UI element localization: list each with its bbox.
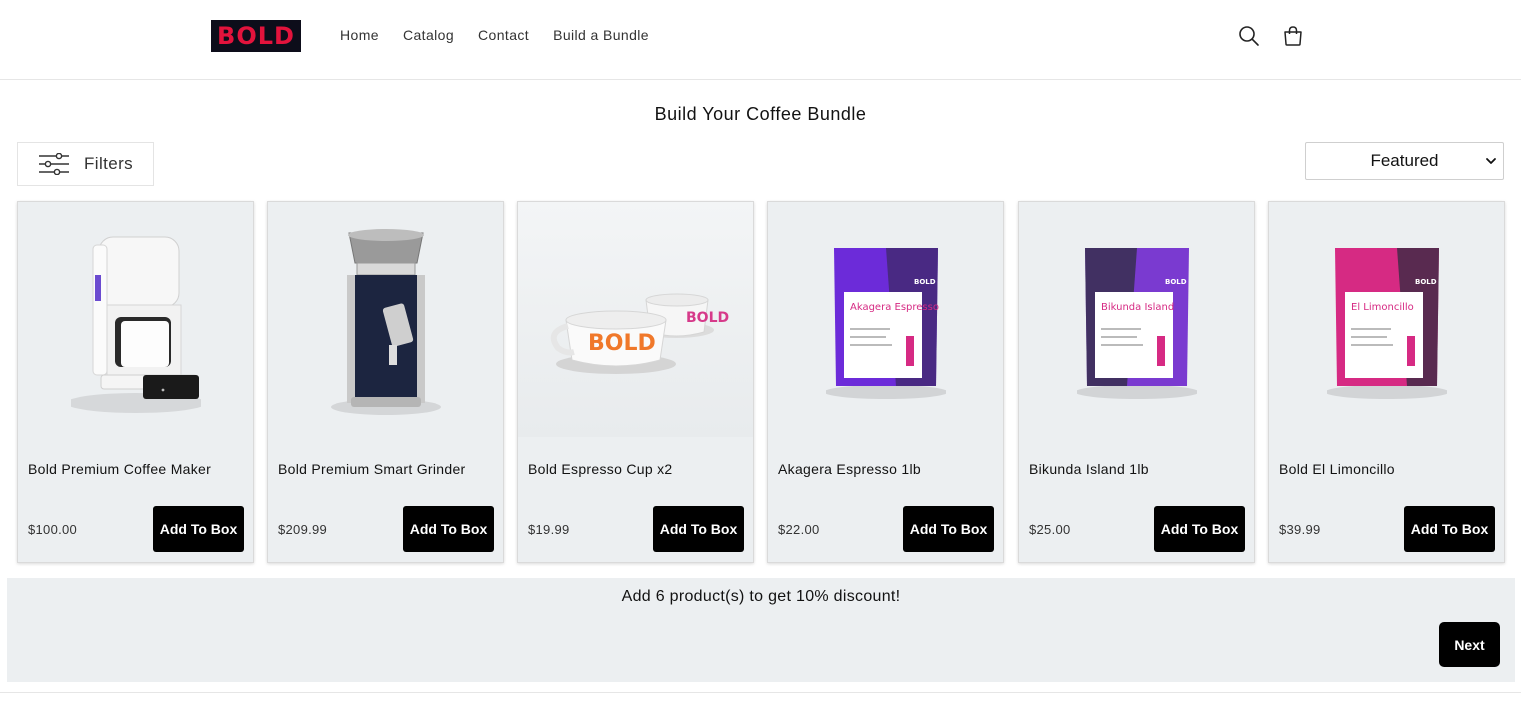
nav-build-a-bundle[interactable]: Build a Bundle [553,26,649,44]
product-price: $100.00 [28,522,78,537]
sort-selected-value: Featured [1370,151,1439,170]
product-name[interactable]: Bold Espresso Cup x2 [528,461,673,477]
bag-label: Bikunda Island [1101,302,1174,313]
add-to-box-button[interactable]: Add To Box [1154,506,1245,552]
nav-catalog[interactable]: Catalog [403,26,454,44]
filters-label: Filters [84,154,134,173]
product-image-smart-grinder[interactable] [268,202,503,437]
coffee-bag-image: Bikunda Island BOLD [1076,247,1197,399]
product-image-coffee-maker[interactable] [18,202,253,437]
bag-label: El Limoncillo [1351,302,1414,313]
product-card[interactable]: Bikunda Island BOLD Bikunda Island 1lb $… [1018,201,1255,563]
sort-select[interactable]: Featured [1305,142,1504,180]
product-price: $25.00 [1029,522,1071,537]
add-to-box-button[interactable]: Add To Box [403,506,494,552]
product-card[interactable]: Bold Premium Coffee Maker $100.00 Add To… [17,201,254,563]
footer-divider [0,692,1521,693]
product-price: $22.00 [778,522,820,537]
coffee-bag-image: El Limoncillo BOLD [1326,247,1447,399]
product-card[interactable]: BOLD BOLD Bold Espresso Cup x2 $19.99 Ad… [517,201,754,563]
svg-text:BOLD: BOLD [914,278,936,286]
site-header: BOLD Home Catalog Contact Build a Bundle [0,0,1521,80]
svg-text:BOLD: BOLD [588,331,656,356]
bag-label: Akagera Espresso [850,302,939,313]
add-to-box-button[interactable]: Add To Box [903,506,994,552]
add-to-box-button[interactable]: Add To Box [153,506,244,552]
product-image-el-limoncillo[interactable]: El Limoncillo BOLD [1269,202,1504,437]
product-card[interactable]: Bold Premium Smart Grinder $209.99 Add T… [267,201,504,563]
add-to-box-button[interactable]: Add To Box [1404,506,1495,552]
product-card[interactable]: Akagera Espresso BOLD Akagera Espresso 1… [767,201,1004,563]
product-card[interactable]: El Limoncillo BOLD Bold El Limoncillo $3… [1268,201,1505,563]
cart-icon [1284,26,1302,46]
product-price: $209.99 [278,522,328,537]
product-name[interactable]: Akagera Espresso 1lb [778,461,921,477]
search-button[interactable] [1235,22,1263,50]
product-name[interactable]: Bold Premium Coffee Maker [28,461,211,477]
coffee-bag-image: Akagera Espresso BOLD [825,247,946,399]
product-image-akagera-espresso[interactable]: Akagera Espresso BOLD [768,202,1003,437]
nav-home[interactable]: Home [340,26,379,44]
add-to-box-button[interactable]: Add To Box [653,506,744,552]
product-name[interactable]: Bikunda Island 1lb [1029,461,1149,477]
chevron-down-icon [1486,158,1496,164]
search-icon [1239,26,1259,46]
espresso-cups-image: BOLD BOLD [550,293,729,374]
logo-text: BOLD [217,22,295,50]
main-nav: Home Catalog Contact Build a Bundle [340,26,673,44]
coffee-maker-image [70,236,201,413]
svg-text:BOLD: BOLD [1165,278,1187,286]
product-image-espresso-cup[interactable]: BOLD BOLD [518,202,753,437]
product-name[interactable]: Bold El Limoncillo [1279,461,1395,477]
filters-button[interactable]: Filters [17,142,154,186]
cart-button[interactable] [1279,22,1307,50]
svg-text:BOLD: BOLD [686,310,729,326]
bundle-summary-bar: Add 6 product(s) to get 10% discount! Ne… [7,578,1515,682]
svg-text:BOLD: BOLD [1415,278,1437,286]
sliders-icon [39,153,69,175]
product-price: $39.99 [1279,522,1321,537]
brand-logo[interactable]: BOLD [211,20,301,52]
page-title: Build Your Coffee Bundle [654,104,867,124]
product-name[interactable]: Bold Premium Smart Grinder [278,461,466,477]
product-image-bikunda-island[interactable]: Bikunda Island BOLD [1019,202,1254,437]
next-button[interactable]: Next [1439,622,1500,667]
nav-contact[interactable]: Contact [478,26,529,44]
grinder-image [330,228,441,415]
bundle-discount-message: Add 6 product(s) to get 10% discount! [621,588,901,605]
product-price: $19.99 [528,522,570,537]
